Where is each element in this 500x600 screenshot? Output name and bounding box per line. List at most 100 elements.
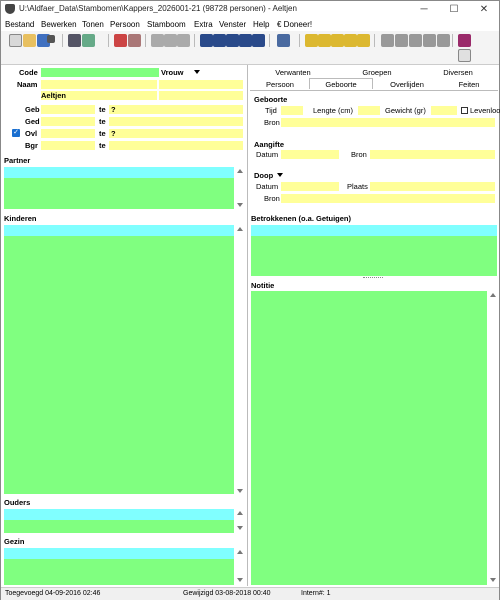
- scroll-down-icon[interactable]: [237, 578, 243, 582]
- firstname-extra-field[interactable]: [159, 91, 243, 100]
- doop-dropdown-icon[interactable]: [277, 173, 283, 177]
- pedigree-4-icon[interactable]: [344, 34, 357, 47]
- layout-dropdown-icon[interactable]: [277, 34, 290, 47]
- back-arrow-icon[interactable]: [151, 34, 164, 47]
- menu-bewerken[interactable]: Bewerken: [41, 20, 77, 29]
- person-5-icon[interactable]: [437, 34, 450, 47]
- menu-persoon[interactable]: Persoon: [110, 20, 140, 29]
- kinderen-scrollbar[interactable]: [236, 225, 244, 495]
- home-icon[interactable]: [164, 34, 177, 47]
- ovl-checkbox[interactable]: ✓: [12, 129, 20, 137]
- stop-icon[interactable]: [47, 35, 55, 43]
- partner-scrollbar[interactable]: [236, 167, 244, 209]
- menu-stamboom[interactable]: Stamboom: [147, 20, 186, 29]
- menu-doneer[interactable]: € Doneer!: [277, 20, 312, 29]
- forward-arrow-icon[interactable]: [177, 34, 190, 47]
- menu-bestand[interactable]: Bestand: [5, 20, 34, 29]
- tab-geboorte[interactable]: Geboorte: [309, 78, 373, 89]
- aangifte-bron-field[interactable]: [370, 150, 495, 159]
- aangifte-datum-field[interactable]: [281, 150, 339, 159]
- tab-persoon[interactable]: Persoon: [251, 79, 309, 90]
- splitter-grip[interactable]: [363, 277, 383, 279]
- new-file-icon[interactable]: [9, 34, 22, 47]
- menu-help[interactable]: Help: [253, 20, 269, 29]
- person-4-icon[interactable]: [423, 34, 436, 47]
- pedigree-2-icon[interactable]: [318, 34, 331, 47]
- scroll-down-icon[interactable]: [490, 578, 496, 582]
- ged-label: Ged: [25, 117, 40, 126]
- gezin-scrollbar[interactable]: [236, 548, 244, 585]
- tab-feiten[interactable]: Feiten: [441, 79, 497, 90]
- menu-venster[interactable]: Venster: [219, 20, 246, 29]
- donate-icon[interactable]: [458, 34, 471, 47]
- close-button[interactable]: ✕: [469, 1, 499, 18]
- scroll-down-icon[interactable]: [237, 203, 243, 207]
- ged-date-field[interactable]: [41, 117, 95, 126]
- database-icon[interactable]: [82, 34, 95, 47]
- scroll-up-icon[interactable]: [237, 511, 243, 515]
- name-extra-field[interactable]: [159, 80, 243, 89]
- scroll-up-icon[interactable]: [237, 169, 243, 173]
- geb-date-field[interactable]: [41, 105, 95, 114]
- tab-diversen[interactable]: Diversen: [419, 67, 497, 78]
- doop-plaats-field[interactable]: [370, 182, 495, 191]
- scroll-up-icon[interactable]: [237, 227, 243, 231]
- doop-datum-field[interactable]: [281, 182, 339, 191]
- scroll-up-icon[interactable]: [237, 550, 243, 554]
- levenloos-checkbox[interactable]: [461, 107, 468, 114]
- gezin-list[interactable]: [4, 559, 234, 585]
- undo-icon[interactable]: [114, 34, 127, 47]
- geb-place-field[interactable]: ?: [109, 105, 243, 114]
- bgr-date-field[interactable]: [41, 141, 95, 150]
- notitie-scrollbar[interactable]: [489, 291, 497, 585]
- scroll-down-icon[interactable]: [237, 489, 243, 493]
- view-window-1-icon[interactable]: [200, 34, 213, 47]
- pedigree-1-icon[interactable]: [305, 34, 318, 47]
- person-2-icon[interactable]: [395, 34, 408, 47]
- pedigree-5-icon[interactable]: [357, 34, 370, 47]
- view-window-5-icon[interactable]: [252, 34, 265, 47]
- tab-overlijden[interactable]: Overlijden: [373, 79, 441, 90]
- ouders-scrollbar[interactable]: [236, 509, 244, 533]
- firstname-field[interactable]: Aeltjen: [41, 91, 157, 100]
- lengte-field[interactable]: [358, 106, 380, 115]
- open-folder-icon[interactable]: [23, 34, 36, 47]
- ovl-date-field[interactable]: [41, 129, 95, 138]
- menu-extra[interactable]: Extra: [194, 20, 213, 29]
- notitie-textarea[interactable]: [251, 291, 487, 585]
- ouders-list[interactable]: [4, 520, 234, 533]
- ovl-place-field[interactable]: ?: [109, 129, 243, 138]
- view-window-2-icon[interactable]: [213, 34, 226, 47]
- person-1-icon[interactable]: [381, 34, 394, 47]
- copy-icon[interactable]: [68, 34, 81, 47]
- pedigree-3-icon[interactable]: [331, 34, 344, 47]
- tab-groepen[interactable]: Groepen: [335, 67, 419, 78]
- scroll-down-icon[interactable]: [237, 526, 243, 530]
- search-icon[interactable]: [458, 49, 471, 62]
- tab-verwanten[interactable]: Verwanten: [251, 67, 335, 78]
- betrokkenen-list[interactable]: [251, 236, 497, 276]
- gewicht-field[interactable]: [431, 106, 457, 115]
- view-window-4-icon[interactable]: [239, 34, 252, 47]
- doop-title[interactable]: Doop: [254, 171, 273, 180]
- person-3-icon[interactable]: [409, 34, 422, 47]
- pane-splitter[interactable]: [247, 65, 248, 586]
- ouders-header: Ouders: [4, 498, 31, 507]
- menu-tonen[interactable]: Tonen: [82, 20, 104, 29]
- doop-bron-field[interactable]: [281, 194, 495, 203]
- partner-list[interactable]: [4, 178, 234, 209]
- minimize-button[interactable]: ─: [409, 1, 439, 18]
- bgr-place-field[interactable]: [109, 141, 243, 150]
- geboorte-bron-field[interactable]: [281, 118, 495, 127]
- surname-field[interactable]: [41, 80, 157, 89]
- maximize-button[interactable]: ☐: [439, 1, 469, 18]
- refresh-icon[interactable]: [128, 34, 141, 47]
- kinderen-list[interactable]: [4, 236, 234, 494]
- scroll-up-icon[interactable]: [490, 293, 496, 297]
- view-window-3-icon[interactable]: [226, 34, 239, 47]
- gender-select[interactable]: Vrouw: [161, 68, 184, 77]
- gender-dropdown-icon[interactable]: [194, 70, 200, 74]
- tijd-field[interactable]: [281, 106, 303, 115]
- code-field[interactable]: [41, 68, 159, 77]
- ged-place-field[interactable]: [109, 117, 243, 126]
